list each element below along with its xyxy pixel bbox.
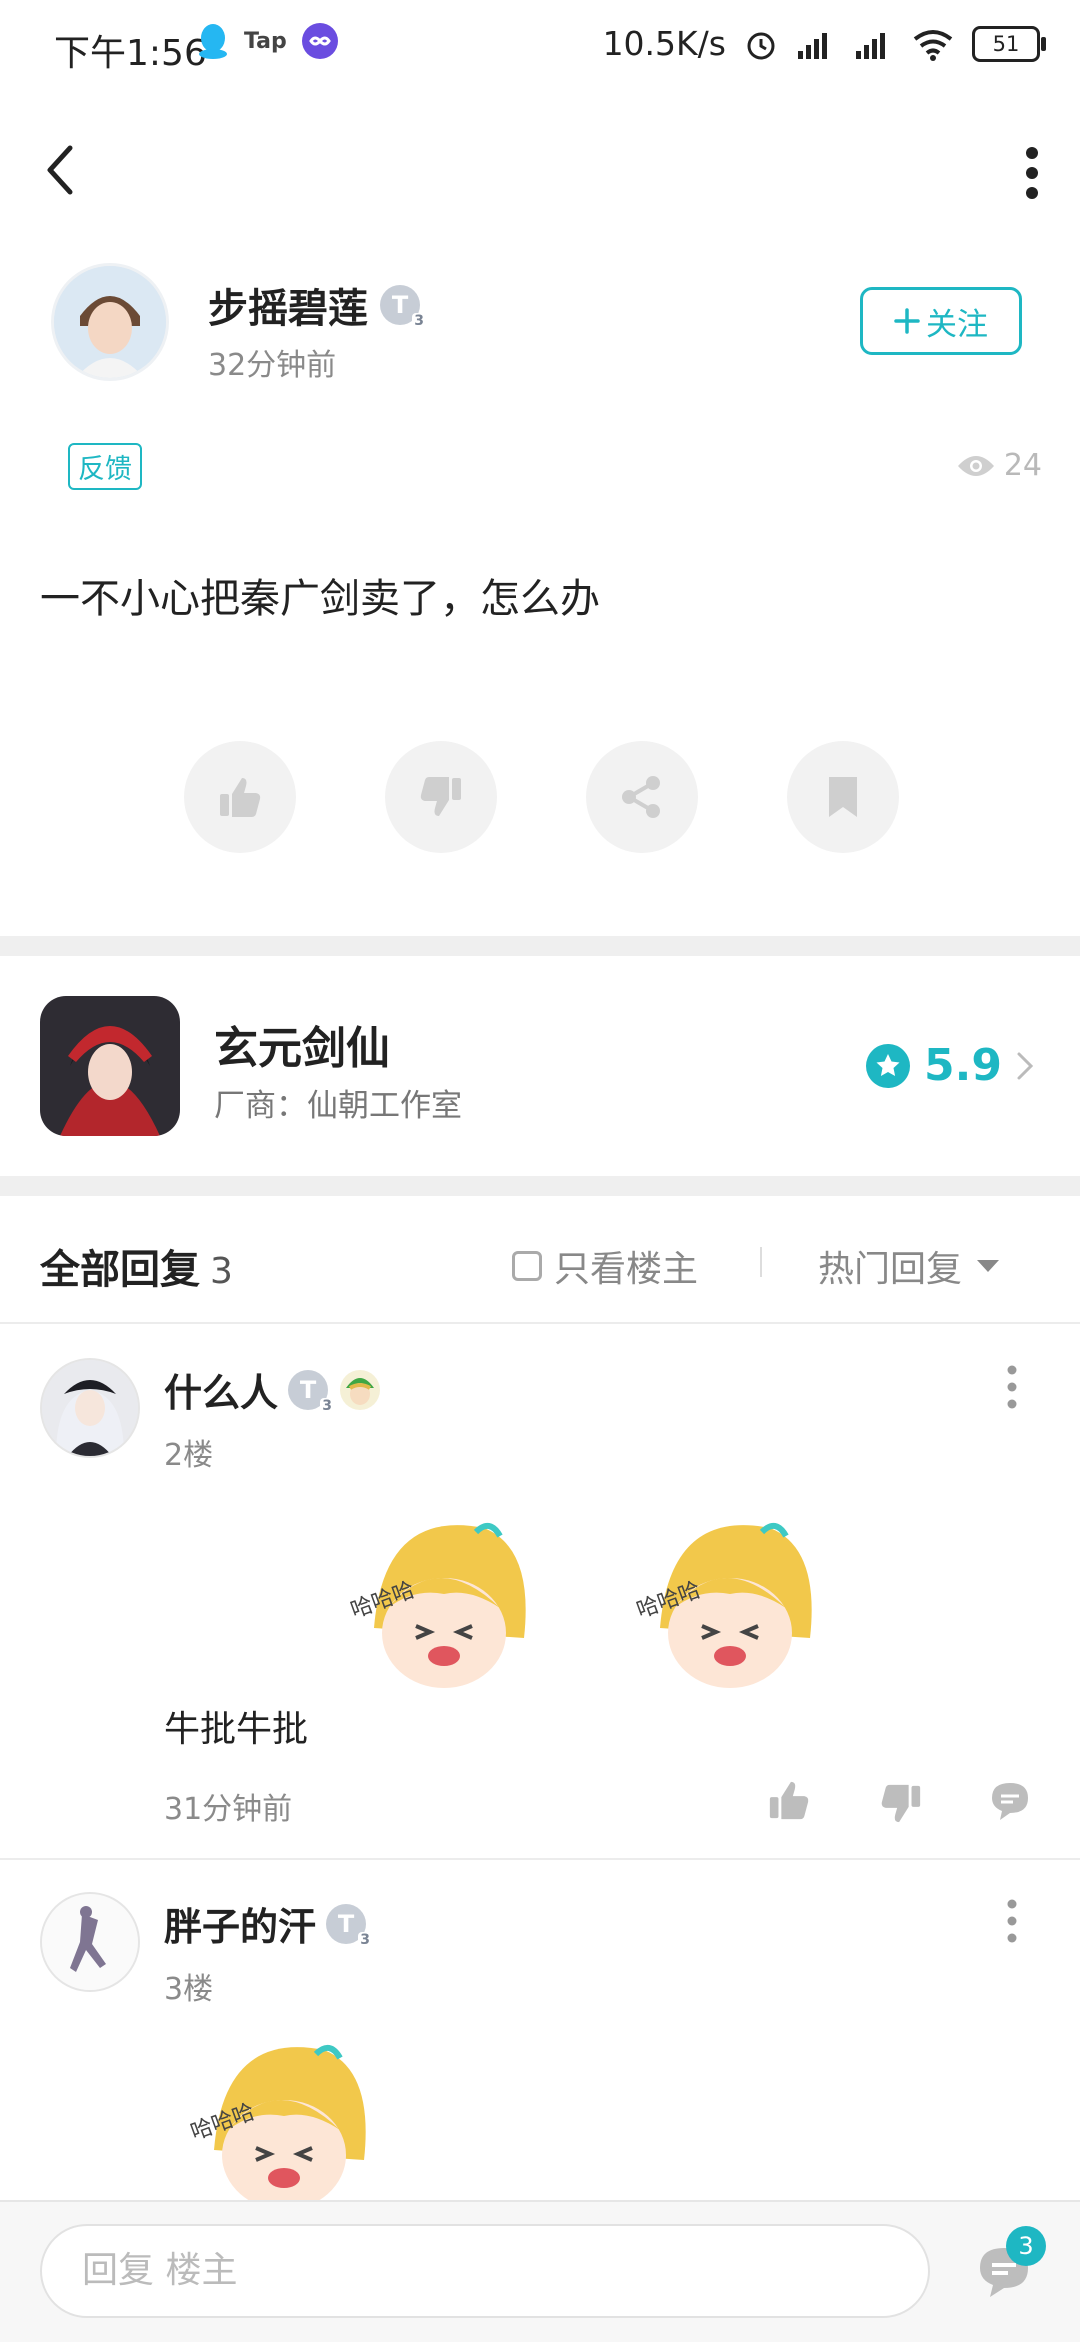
post-content: 一不小心把秦广剑卖了，怎么办 [40,576,600,622]
signal-icon [856,32,885,59]
game-rating[interactable]: 5.9 [866,1040,1034,1091]
thumbs-down-icon [420,777,461,816]
avatar-image [42,1894,138,1990]
rating-value: 5.9 [924,1040,1002,1091]
comment-item [0,1324,1080,1858]
share-icon [622,776,660,818]
taptap-icon: Tap [244,28,287,54]
triangle-down-icon [977,1260,1000,1272]
game-avatar-badge-icon [340,1369,381,1410]
only-host-toggle[interactable]: 只看楼主 [512,1240,698,1292]
level-badge-icon: T3 [326,1903,373,1948]
thumbs-up-icon [220,778,261,817]
more-options-icon[interactable] [1006,1364,1018,1410]
status-bar: 下午1:56 Tap 10.5K/s 51 [0,0,1080,96]
status-time: 下午1:56 [54,33,207,74]
author-name[interactable]: 步摇碧莲 [208,276,368,334]
comment-floor: 3楼 [164,1972,214,2007]
thumbs-down-icon[interactable] [878,1782,924,1826]
commenter-name-row: 胖子的汗 T3 [164,1896,373,1951]
post-tag[interactable]: 反馈 [68,443,142,490]
commenter-name[interactable]: 什么人 [164,1362,278,1417]
comment-floor: 2楼 [164,1438,214,1473]
reply-input[interactable]: 回复 楼主 [40,2224,930,2318]
wifi-icon [913,29,953,61]
game-icon[interactable] [40,996,180,1136]
commenter-name-row: 什么人 T3 [164,1362,382,1417]
section-divider [0,936,1080,956]
laughing-sticker-icon: 哈哈哈 [348,1523,526,1688]
level-badge-icon: T3 [380,285,426,329]
replies-title-row: 全部回复 3 [40,1237,233,1295]
comment-sticker-clip: 哈哈哈 [184,2030,424,2200]
eye-icon [957,455,994,476]
checkbox-icon[interactable] [512,1251,542,1281]
commenter-name[interactable]: 胖子的汗 [164,1896,316,1951]
view-count-value: 24 [1003,448,1042,483]
avatar-image [54,266,166,378]
share-button[interactable] [586,741,698,853]
game-name: 玄元剑仙 [214,1023,390,1074]
comment-time: 31分钟前 [164,1792,293,1827]
chevron-right-icon [1017,1052,1034,1079]
header-separator [760,1247,762,1277]
follow-label: 关注 [926,306,988,343]
qq-icon [199,24,227,59]
author-name-row: 步摇碧莲 T3 [208,276,426,334]
commenter-avatar[interactable] [42,1894,138,1990]
commenter-avatar[interactable] [42,1360,138,1456]
message-count-badge: 3 [1006,2226,1046,2266]
network-speed: 10.5K/s [602,24,726,63]
sort-dropdown[interactable]: 热门回复 [818,1240,1000,1292]
thumbs-up-icon[interactable] [766,1778,812,1822]
sort-label: 热门回复 [818,1249,963,1290]
comment-text: 牛批牛批 [164,1709,309,1750]
laughing-sticker-icon: 哈哈哈 [634,1523,812,1688]
follow-button[interactable]: 关注 [860,287,1022,355]
laughing-sticker-icon: 哈哈哈 [188,2045,366,2200]
comment-item [0,1860,1080,2200]
back-arrow-icon[interactable] [38,140,88,200]
battery-icon: 51 [972,25,1046,62]
like-button[interactable] [184,741,296,853]
view-count: 24 [956,448,1042,483]
more-options-icon[interactable] [1022,146,1042,200]
replies-count: 3 [210,1251,233,1292]
bookmark-button[interactable] [787,741,899,853]
link-icon [301,23,338,59]
only-host-label: 只看楼主 [554,1249,699,1290]
status-right: 10.5K/s 51 [602,24,1046,63]
avatar-image [42,1360,138,1456]
more-options-icon[interactable] [1006,1898,1018,1944]
bookmark-icon [829,777,857,817]
replies-title: 全部回复 [40,1247,200,1293]
comment-bubble-icon[interactable] [988,1780,1032,1822]
game-developer: 厂商：仙朝工作室 [214,1088,462,1124]
plus-icon [894,308,920,334]
signal-hd-icon [798,32,827,59]
section-divider [0,1176,1080,1196]
level-badge-icon: T3 [288,1369,335,1414]
game-icon-image [40,996,180,1136]
alarm-icon [747,32,775,59]
star-icon [866,1043,911,1088]
post-time: 32分钟前 [208,348,337,383]
author-avatar[interactable] [54,266,166,378]
dislike-button[interactable] [385,741,497,853]
